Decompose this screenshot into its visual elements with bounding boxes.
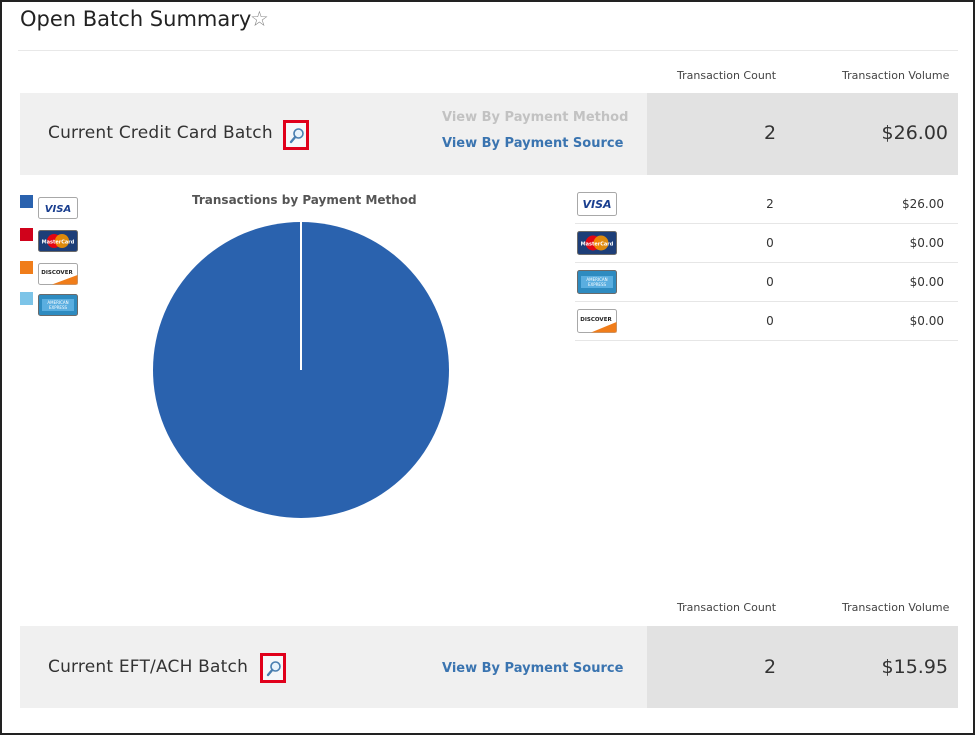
view-by-payment-method-link: View By Payment Method xyxy=(442,110,629,125)
transaction-count: 2 xyxy=(766,197,774,211)
transaction-row-amex: AMERICAN EXPRESS 0 $0.00 xyxy=(575,263,958,302)
credit-batch-title: Current Credit Card Batch xyxy=(48,123,273,143)
credit-batch-count: 2 xyxy=(763,122,777,144)
payment-method-pie-chart xyxy=(153,222,449,518)
svg-text:MasterCard: MasterCard xyxy=(581,242,614,248)
discover-card-icon: DISCOVER xyxy=(38,263,78,285)
transaction-volume: $26.00 xyxy=(902,197,944,211)
legend-swatch xyxy=(20,228,33,241)
transaction-count-header: Transaction Count xyxy=(677,601,777,614)
transaction-volume-header: Transaction Volume xyxy=(842,601,950,614)
transaction-volume: $0.00 xyxy=(909,275,944,289)
credit-batch-volume: $26.00 xyxy=(881,122,948,144)
magnifier-icon xyxy=(266,661,281,677)
transaction-count: 0 xyxy=(766,314,774,328)
favorite-star-icon[interactable]: ☆ xyxy=(250,7,269,31)
eft-ach-batch-row: Current EFT/ACH Batch View By Payment So… xyxy=(20,626,958,708)
legend-swatch xyxy=(20,292,33,305)
transaction-volume-header: Transaction Volume xyxy=(842,69,950,82)
svg-text:VISA: VISA xyxy=(45,204,71,215)
svg-text:VISA: VISA xyxy=(582,198,611,211)
transaction-count: 0 xyxy=(766,236,774,250)
transaction-count: 0 xyxy=(766,275,774,289)
legend-swatch xyxy=(20,261,33,274)
svg-text:DISCOVER: DISCOVER xyxy=(580,317,612,323)
svg-text:EXPRESS: EXPRESS xyxy=(588,282,607,287)
chart-title: Transactions by Payment Method xyxy=(192,193,417,207)
credit-batch-details-button[interactable] xyxy=(283,120,309,150)
svg-text:DISCOVER: DISCOVER xyxy=(41,270,73,276)
mastercard-card-icon: MasterCard xyxy=(38,230,78,252)
mastercard-card-icon: MasterCard xyxy=(577,231,617,255)
transaction-count-header: Transaction Count xyxy=(677,69,777,82)
transaction-volume: $0.00 xyxy=(909,236,944,250)
legend-swatch xyxy=(20,195,33,208)
eft-batch-title: Current EFT/ACH Batch xyxy=(48,657,249,677)
svg-text:MasterCard: MasterCard xyxy=(42,240,75,246)
transaction-row-mastercard: MasterCard 0 $0.00 xyxy=(575,224,958,263)
transaction-row-discover: DISCOVER 0 $0.00 xyxy=(575,302,958,341)
eft-batch-volume: $15.95 xyxy=(881,656,948,678)
amex-card-icon: AMERICAN EXPRESS xyxy=(577,270,617,294)
amex-card-icon: AMERICAN EXPRESS xyxy=(38,294,78,316)
eft-batch-count: 2 xyxy=(763,656,777,678)
divider xyxy=(18,50,958,51)
eft-batch-details-button[interactable] xyxy=(260,653,286,683)
svg-text:EXPRESS: EXPRESS xyxy=(49,305,68,310)
magnifier-icon xyxy=(289,128,304,144)
credit-card-batch-row: Current Credit Card Batch View By Paymen… xyxy=(20,93,958,175)
page-title: Open Batch Summary xyxy=(20,7,252,31)
view-by-payment-source-link[interactable]: View By Payment Source xyxy=(442,136,623,151)
transaction-row-visa: VISA 2 $26.00 xyxy=(575,185,958,224)
view-by-payment-source-link[interactable]: View By Payment Source xyxy=(442,661,623,676)
transaction-volume: $0.00 xyxy=(909,314,944,328)
visa-card-icon: VISA xyxy=(38,197,78,219)
discover-card-icon: DISCOVER xyxy=(577,309,617,333)
visa-card-icon: VISA xyxy=(577,192,617,216)
